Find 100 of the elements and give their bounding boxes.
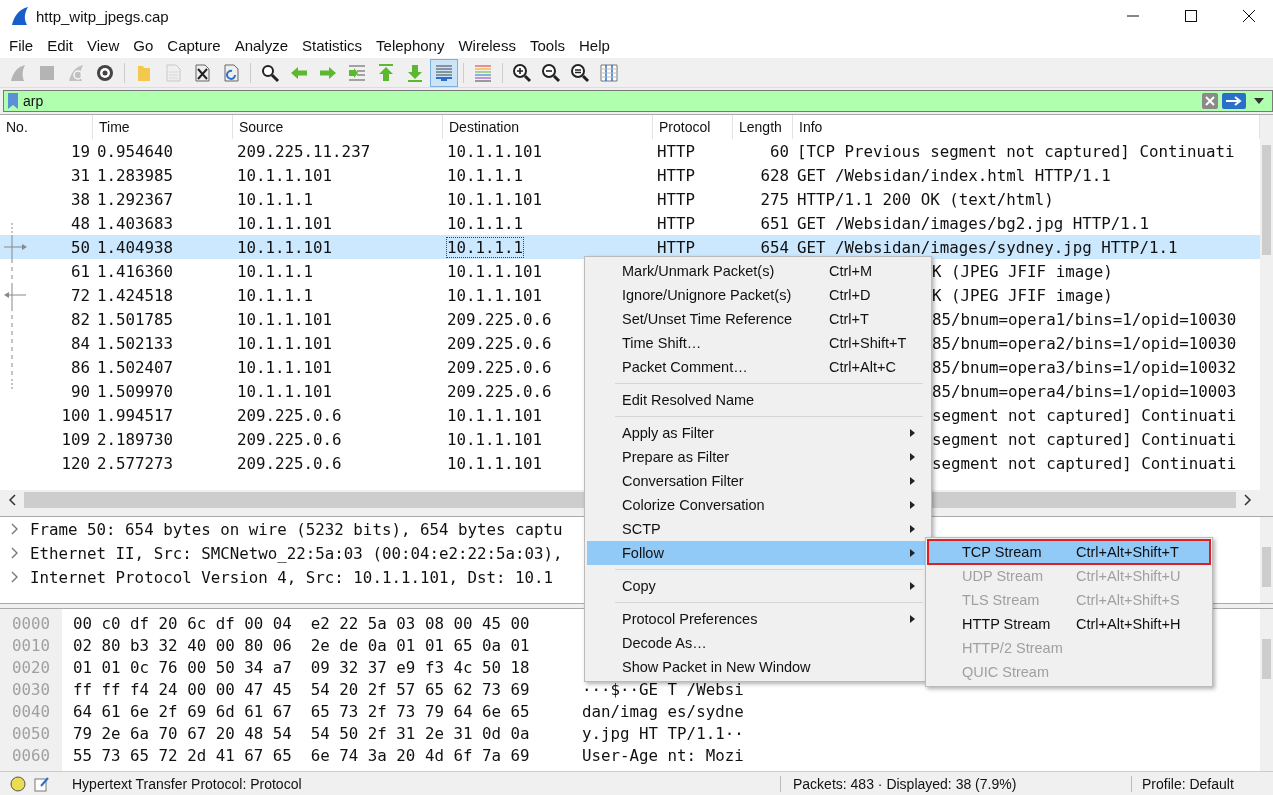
menu-item[interactable]: SCTP	[587, 517, 929, 541]
tree-item[interactable]: Internet Protocol Version 4, Src: 10.1.1.101, Dst: 10.1	[30, 567, 554, 587]
menu-item[interactable]: Copy	[587, 574, 929, 598]
table-cell: 10.1.1.101	[237, 213, 333, 233]
menu-item[interactable]: Telephony	[369, 36, 452, 54]
table-cell: 1.404938	[97, 237, 174, 257]
menu-item[interactable]: Analyze	[227, 36, 296, 54]
menu-item[interactable]: Statistics	[295, 36, 370, 54]
table-cell: HTTP	[657, 213, 696, 233]
table-cell: 10.1.1.1	[447, 213, 524, 233]
table-cell: 1.424518	[97, 285, 174, 305]
hex-bytes: 79 2e 6a 70 67 20 48 54 54 50 2f 31 2e 31 0d 0a	[73, 723, 531, 745]
table-cell: K (JPEG JFIF image)	[932, 285, 1113, 305]
shark-fin-icon	[10, 6, 30, 26]
table-cell: HTTP/1.1 200 OK (text/html)	[797, 189, 1054, 209]
byte-offset: 0010	[11, 635, 52, 657]
hex-bytes: 55 73 65 72 2d 41 67 65 6e 74 3a 20 4d 6f 7a 69	[73, 745, 531, 767]
menu-item[interactable]: Packet Comment… Ctrl+Alt+C	[587, 355, 929, 379]
menu-item[interactable]: File	[2, 36, 41, 54]
dropdown-caret-icon[interactable]	[1254, 98, 1264, 104]
menu-item[interactable]: Help	[572, 36, 617, 54]
autoscroll-icon[interactable]	[430, 58, 458, 87]
table-cell: 2.189730	[97, 429, 174, 449]
table-cell: 10.1.1.1	[447, 165, 524, 185]
status-circle-icon[interactable]	[10, 775, 26, 792]
filter-field[interactable]: arp	[3, 90, 1273, 112]
menu-item[interactable]: HTTP Stream Ctrl+Alt+Shift+H	[928, 612, 1210, 636]
menu-item[interactable]: Set/Unset Time Reference Ctrl+T	[587, 307, 929, 331]
maximize-icon[interactable]	[1185, 10, 1197, 22]
profile-label[interactable]: Profile: Default	[1131, 775, 1234, 792]
bookmark-icon[interactable]	[7, 92, 19, 110]
vertical-scrollbar[interactable]	[1260, 609, 1273, 771]
table-cell: 48	[70, 213, 90, 233]
menu-item[interactable]: Prepare as Filter	[587, 445, 929, 469]
menu-item[interactable]: Ignore/Unignore Packet(s) Ctrl+D	[587, 283, 929, 307]
table-cell: 10.1.1.101	[237, 165, 333, 185]
table-cell: 1.509970	[97, 381, 174, 401]
menu-item[interactable]: Colorize Conversation	[587, 493, 929, 517]
byte-offset: 0060	[11, 745, 52, 767]
table-cell: 10.1.1.101	[447, 429, 543, 449]
table-cell: 1.501785	[97, 309, 174, 329]
table-cell: segment not captured] Continuati	[932, 405, 1237, 425]
table-cell: GET /Websidan/images/bg2.jpg HTTP/1.1	[797, 213, 1149, 233]
close-icon[interactable]	[1243, 10, 1255, 22]
vertical-scrollbar[interactable]	[1260, 517, 1273, 603]
column-header[interactable]: Protocol	[653, 115, 733, 139]
hex-bytes: ff ff f4 24 00 00 47 45 54 20 2f 57 65 62 73 69	[73, 679, 531, 701]
table-cell: 10.1.1.101	[237, 333, 333, 353]
table-cell: HTTP	[657, 141, 696, 161]
note-icon[interactable]	[34, 775, 50, 792]
column-header[interactable]: Source	[233, 115, 443, 139]
table-cell: 82	[70, 309, 90, 329]
table-cell: segment not captured] Continuati	[932, 453, 1237, 473]
table-cell: 31	[70, 165, 90, 185]
table-cell: 10.1.1.1	[237, 285, 314, 305]
column-header[interactable]: Length	[733, 115, 793, 139]
table-cell: K (JPEG JFIF image)	[932, 261, 1113, 281]
menu-item[interactable]: Wireless	[451, 36, 523, 54]
menu-item[interactable]: Decode As…	[587, 631, 929, 655]
menu-item[interactable]: Time Shift… Ctrl+Shift+T	[587, 331, 929, 355]
table-cell: 209.225.0.6	[447, 357, 552, 377]
table-cell: 10.1.1.101	[447, 453, 543, 473]
table-cell: 10.1.1.101	[447, 141, 543, 161]
table-cell: 61	[70, 261, 90, 281]
menu-item[interactable]: Edit Resolved Name	[587, 388, 929, 412]
table-cell: 38	[70, 189, 90, 209]
table-cell: GET /Websidan/images/sydney.jpg HTTP/1.1	[797, 237, 1178, 257]
table-cell: 628	[760, 165, 789, 185]
menu-item[interactable]: Conversation Filter	[587, 469, 929, 493]
menu-item[interactable]: Show Packet in New Window	[587, 655, 929, 679]
column-header[interactable]: No.	[0, 115, 93, 139]
menu-item[interactable]: Capture	[160, 36, 228, 54]
ascii-bytes: y.jpg HT TP/1.1··	[582, 724, 744, 743]
menu-item[interactable]: Go	[126, 36, 161, 54]
table-cell: 651	[760, 213, 789, 233]
hex-bytes: 02 80 b3 32 40 00 80 06 2e de 0a 01 01 65 0a 01	[73, 635, 531, 657]
submenu-arrow-icon	[910, 615, 915, 623]
table-cell: 10.1.1.1	[237, 261, 314, 281]
menu-item[interactable]: Apply as Filter	[587, 421, 929, 445]
table-cell: 10.1.1.101	[237, 357, 333, 377]
menu-item[interactable]: Edit	[40, 36, 81, 54]
menu-item[interactable]: Mark/Unmark Packet(s) Ctrl+M	[587, 259, 929, 283]
table-cell: HTTP	[657, 237, 696, 257]
menu-item[interactable]: TCP Stream Ctrl+Alt+Shift+T	[928, 540, 1210, 564]
column-header[interactable]: Time	[93, 115, 233, 139]
submenu-arrow-icon	[910, 453, 915, 461]
vertical-scrollbar[interactable]	[1260, 115, 1273, 510]
byte-offset: 0050	[11, 723, 52, 745]
menu-item[interactable]: Tools	[522, 36, 572, 54]
menu-item[interactable]: Protocol Preferences	[587, 607, 929, 631]
table-cell: [TCP Previous segment not captured] Continuati	[797, 141, 1235, 161]
menu-item[interactable]: View	[80, 36, 127, 54]
column-header[interactable]: Destination	[443, 115, 653, 139]
table-cell: 85/bnum=opera4/bins=1/opid=10003	[932, 381, 1237, 401]
tree-item[interactable]: Ethernet II, Src: SMCNetwo_22:5a:03 (00:04:e2:22:5a:03),	[30, 543, 563, 563]
submenu-arrow-icon	[910, 582, 915, 590]
table-cell: 1.502133	[97, 333, 174, 353]
table-cell: 1.403683	[97, 213, 174, 233]
tree-item[interactable]: Frame 50: 654 bytes on wire (5232 bits), 654 bytes captu	[30, 519, 563, 539]
clear-icon[interactable]	[1202, 93, 1218, 109]
